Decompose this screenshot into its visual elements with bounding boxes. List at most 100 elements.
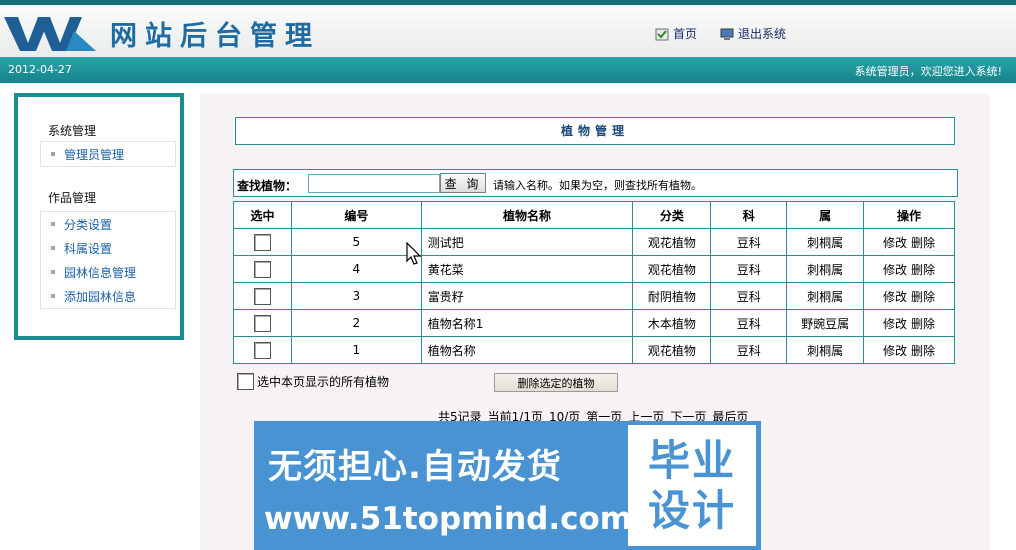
cell-name: 黄花菜	[420, 255, 634, 283]
edit-link[interactable]: 修改	[883, 317, 907, 331]
table-row: 5 测试把 观花植物 豆科 刺桐属 修改 删除	[233, 228, 955, 256]
sidebar-item-category-settings[interactable]: 分类设置	[41, 212, 175, 236]
column-header-category: 分类	[632, 201, 712, 229]
cell-genus: 刺桐属	[786, 282, 865, 310]
cell-category: 木本植物	[632, 309, 712, 337]
cell-id: 4	[290, 255, 422, 283]
cell-name: 植物名称	[420, 336, 634, 364]
sidebar-item-admin-management[interactable]: 管理员管理	[41, 142, 175, 166]
home-link[interactable]: 首页	[655, 25, 697, 42]
watermark-badge-line1: 毕业	[647, 435, 736, 485]
table-row: 1 植物名称 观花植物 豆科 刺桐属 修改 删除	[233, 336, 955, 364]
home-link-label: 首页	[673, 27, 698, 41]
edit-link[interactable]: 修改	[883, 344, 907, 358]
delete-link[interactable]: 删除	[911, 290, 935, 304]
menu-box-system: 管理员管理	[40, 141, 176, 167]
delete-link[interactable]: 删除	[911, 344, 935, 358]
delete-link[interactable]: 删除	[911, 263, 935, 277]
cell-family: 豆科	[710, 282, 788, 310]
welcome-message: 系统管理员，欢迎您进入系统!	[854, 65, 1002, 78]
sidebar: 系统管理 管理员管理 作品管理 分类设置 科属设置 园林信息管理 添加园林信息	[14, 93, 184, 340]
row-checkbox[interactable]	[253, 233, 271, 251]
cell-genus: 野豌豆属	[786, 309, 865, 337]
plant-table: 选中 编号 植物名称 分类 科 属 操作 5 测试把 观花植物 豆科 刺桐属 修…	[233, 201, 955, 364]
mouse-cursor-icon	[406, 242, 422, 265]
site-title: 网站后台管理	[110, 21, 320, 52]
watermark-url: www.51topmind.com	[264, 501, 633, 537]
status-bar: 2012-04-27 系统管理员，欢迎您进入系统!	[0, 57, 1016, 83]
watermark-slogan: 无须担心.自动发货	[268, 447, 562, 487]
edit-link[interactable]: 修改	[883, 236, 907, 250]
cell-actions: 修改 删除	[863, 228, 955, 256]
cell-category: 耐阴植物	[632, 282, 712, 310]
watermark-badge-line2: 设计	[647, 485, 736, 535]
table-row: 2 植物名称1 木本植物 豆科 野豌豆属 修改 删除	[233, 309, 955, 337]
sidebar-item-label: 添加园林信息	[64, 289, 137, 304]
delete-link[interactable]: 删除	[911, 236, 935, 250]
page-title: 植物管理	[235, 117, 955, 145]
column-header-id: 编号	[290, 201, 422, 229]
bullet-icon	[51, 294, 55, 298]
edit-link[interactable]: 修改	[883, 290, 907, 304]
select-all-checkbox[interactable]	[237, 373, 254, 390]
site-logo	[4, 17, 96, 51]
bullet-icon	[51, 246, 55, 250]
watermark-badge: 毕业 设计	[628, 425, 756, 546]
row-checkbox[interactable]	[253, 260, 271, 278]
delete-link[interactable]: 删除	[911, 317, 935, 331]
cell-family: 豆科	[710, 309, 788, 337]
column-header-family: 科	[710, 201, 788, 229]
column-header-select: 选中	[233, 201, 292, 229]
cell-actions: 修改 删除	[863, 282, 955, 310]
bullet-icon	[51, 222, 55, 226]
search-button[interactable]: 查 询	[440, 173, 486, 193]
delete-selected-button[interactable]: 删除选定的植物	[494, 373, 618, 392]
cell-family: 豆科	[710, 336, 788, 364]
cell-actions: 修改 删除	[863, 309, 955, 337]
cell-genus: 刺桐属	[786, 228, 865, 256]
cell-family: 豆科	[710, 228, 788, 256]
search-bar: 查找植物： 查 询 请输入名称。如果为空，则查找所有植物。	[233, 169, 958, 197]
current-date: 2012-04-27	[8, 63, 72, 76]
cell-category: 观花植物	[632, 255, 712, 283]
edit-link[interactable]: 修改	[883, 263, 907, 277]
column-header-name: 植物名称	[420, 201, 634, 229]
header: 网站后台管理 首页 退出系统	[0, 0, 1016, 57]
row-checkbox[interactable]	[253, 341, 271, 359]
cell-actions: 修改 删除	[863, 336, 955, 364]
cell-id: 1	[290, 336, 422, 364]
cell-genus: 刺桐属	[786, 336, 865, 364]
cell-category: 观花植物	[632, 228, 712, 256]
bullet-icon	[51, 270, 55, 274]
menu-group-system: 系统管理	[48, 124, 97, 138]
sidebar-item-label: 科属设置	[64, 241, 113, 256]
menu-box-works: 分类设置 科属设置 园林信息管理 添加园林信息	[40, 211, 176, 309]
sidebar-item-add-garden-info[interactable]: 添加园林信息	[41, 284, 175, 308]
cell-actions: 修改 删除	[863, 255, 955, 283]
watermark-banner: 无须担心.自动发货 www.51topmind.com 毕业 设计	[254, 421, 761, 550]
logout-link-label: 退出系统	[738, 27, 787, 41]
cell-name: 植物名称1	[420, 309, 634, 337]
cell-category: 观花植物	[632, 336, 712, 364]
table-row: 3 富贵籽 耐阴植物 豆科 刺桐属 修改 删除	[233, 282, 955, 310]
select-all-label: 选中本页显示的所有植物	[257, 375, 390, 389]
logout-link[interactable]: 退出系统	[720, 25, 786, 42]
sidebar-item-garden-info-management[interactable]: 园林信息管理	[41, 260, 175, 284]
table-header-row: 选中 编号 植物名称 分类 科 属 操作	[233, 201, 955, 229]
sidebar-item-label: 园林信息管理	[64, 265, 137, 280]
select-all-row: 选中本页显示的所有植物	[237, 373, 389, 390]
column-header-genus: 属	[786, 201, 865, 229]
monitor-icon	[720, 28, 734, 40]
search-hint: 请输入名称。如果为空，则查找所有植物。	[493, 179, 702, 192]
row-checkbox[interactable]	[253, 314, 271, 332]
sidebar-item-label: 分类设置	[64, 217, 113, 232]
row-checkbox[interactable]	[253, 287, 271, 305]
bullet-icon	[51, 152, 55, 156]
cell-name: 测试把	[420, 228, 634, 256]
cell-family: 豆科	[710, 255, 788, 283]
sidebar-item-family-genus-settings[interactable]: 科属设置	[41, 236, 175, 260]
sidebar-item-label: 管理员管理	[64, 147, 125, 162]
menu-group-works: 作品管理	[48, 191, 97, 205]
search-input[interactable]	[308, 174, 440, 193]
cell-id: 2	[290, 309, 422, 337]
